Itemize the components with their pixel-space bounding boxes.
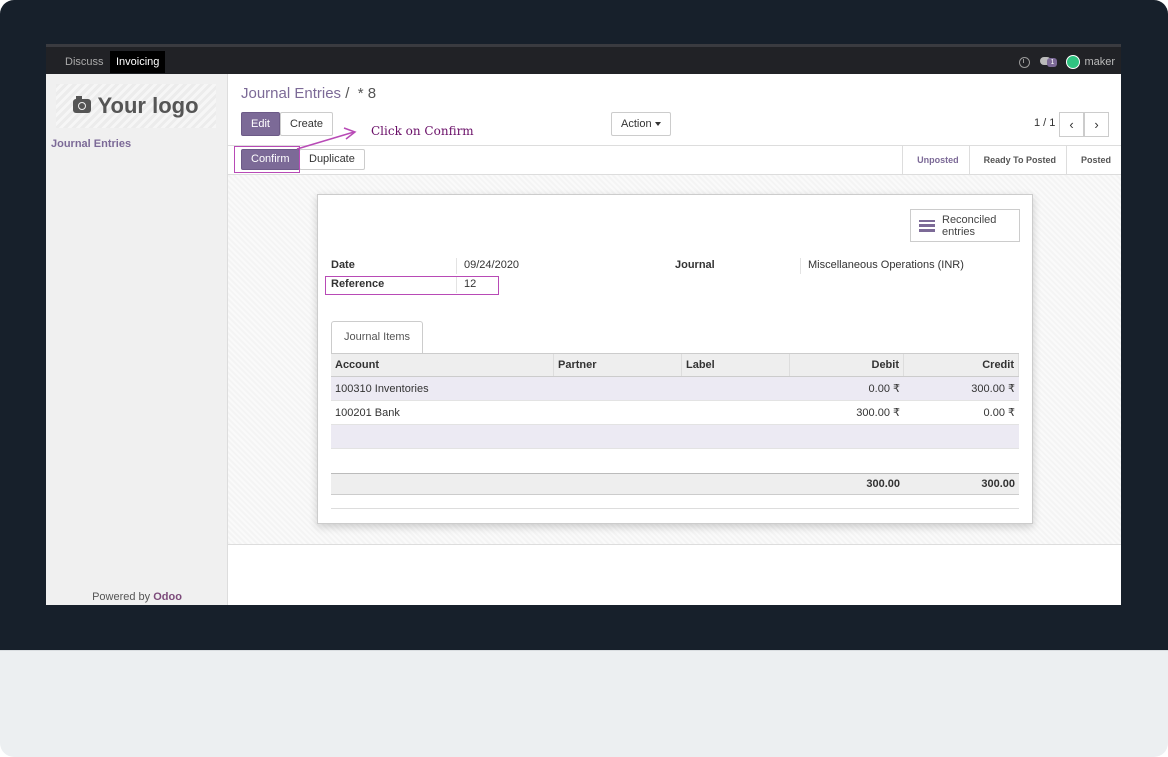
form-sheet: Reconciled entries Date 09/24/2020 Refer… bbox=[317, 194, 1033, 524]
systray: 1 maker bbox=[1019, 51, 1115, 73]
action-label: Action bbox=[621, 118, 652, 130]
odoo-link[interactable]: Odoo bbox=[153, 591, 182, 603]
form-background: Reconciled entries Date 09/24/2020 Refer… bbox=[228, 175, 1121, 545]
cell-label bbox=[682, 401, 790, 424]
cell-partner bbox=[554, 401, 682, 424]
pager-next-button[interactable]: › bbox=[1084, 112, 1109, 137]
caret-down-icon bbox=[654, 122, 661, 127]
top-navbar: Discuss Invoicing 1 maker bbox=[46, 44, 1121, 74]
chat-badge: 1 bbox=[1047, 58, 1058, 67]
camera-icon bbox=[73, 96, 92, 113]
date-label: Date bbox=[331, 259, 355, 271]
cell-debit: 300.00 ₹ bbox=[856, 407, 900, 419]
table-empty-row[interactable] bbox=[331, 425, 1019, 449]
cell-credit: 300.00 ₹ bbox=[971, 383, 1015, 395]
journal-label: Journal bbox=[675, 259, 715, 271]
edit-button[interactable]: Edit bbox=[241, 112, 280, 136]
avatar bbox=[1066, 55, 1081, 69]
company-logo[interactable]: Your logo bbox=[56, 84, 216, 128]
journal-items-table: Account Partner Label Debit Credit 10031… bbox=[331, 353, 1019, 509]
column-credit[interactable]: Credit bbox=[904, 354, 1019, 376]
pager-value[interactable]: 1 / 1 bbox=[1034, 117, 1055, 129]
column-account[interactable]: Account bbox=[331, 354, 554, 376]
reference-highlight-box bbox=[325, 276, 499, 295]
cell-account: 100310 Inventories bbox=[335, 382, 429, 395]
duplicate-button[interactable]: Duplicate bbox=[299, 149, 365, 170]
table-header: Account Partner Label Debit Credit bbox=[331, 353, 1019, 377]
annotation-arrow-icon bbox=[296, 127, 357, 150]
breadcrumb-journal-entries[interactable]: Journal Entries bbox=[241, 85, 341, 102]
breadcrumb-separator: / bbox=[345, 85, 350, 102]
cell-debit: 0.00 ₹ bbox=[868, 383, 900, 395]
stage-ready-to-posted[interactable]: Ready To Posted bbox=[968, 146, 1066, 174]
total-credit: 300.00 bbox=[981, 478, 1015, 490]
powered-by: Powered by Odoo bbox=[46, 591, 228, 603]
logo-text: Your logo bbox=[97, 93, 199, 118]
app-window: Discuss Invoicing 1 maker Your logo Jour… bbox=[46, 44, 1121, 605]
status-stages: Unposted Ready To Posted Posted bbox=[902, 146, 1121, 174]
journal-value: Miscellaneous Operations (INR) bbox=[800, 258, 1020, 274]
tab-journal-items[interactable]: Journal Items bbox=[331, 321, 424, 354]
user-name: maker bbox=[1084, 56, 1115, 68]
column-label[interactable]: Label bbox=[682, 354, 790, 376]
cell-partner bbox=[554, 377, 682, 400]
action-dropdown[interactable]: Action bbox=[611, 112, 671, 136]
total-debit: 300.00 bbox=[866, 478, 900, 490]
column-debit[interactable]: Debit bbox=[790, 354, 904, 376]
app-invoicing[interactable]: Invoicing bbox=[110, 51, 166, 73]
date-value: 09/24/2020 bbox=[456, 258, 656, 274]
cell-credit: 0.00 ₹ bbox=[983, 407, 1015, 419]
table-row[interactable]: 100201 Bank 300.00 ₹ 0.00 ₹ bbox=[331, 401, 1019, 425]
stage-unposted[interactable]: Unposted bbox=[902, 146, 969, 174]
sidebar-item-journal-entries[interactable]: Journal Entries bbox=[51, 138, 131, 150]
app-discuss[interactable]: Discuss bbox=[59, 51, 110, 73]
reconciled-entries-button[interactable]: Reconciled entries bbox=[910, 209, 1020, 242]
reconciled-entries-label: Reconciled entries bbox=[942, 213, 997, 238]
monitor-stand bbox=[0, 650, 1168, 757]
table-row[interactable]: 100310 Inventories 0.00 ₹ 300.00 ₹ bbox=[331, 377, 1019, 401]
table-footer: 300.00 300.00 bbox=[331, 473, 1019, 495]
column-partner[interactable]: Partner bbox=[554, 354, 682, 376]
main-content: Journal Entries / * 8 Edit Create Action… bbox=[228, 74, 1121, 605]
chevron-right-icon: › bbox=[1094, 117, 1099, 132]
cell-label bbox=[682, 377, 790, 400]
pager-previous-button[interactable]: ‹ bbox=[1059, 112, 1084, 137]
breadcrumb: Journal Entries / * 8 bbox=[241, 85, 376, 102]
powered-prefix: Powered by bbox=[92, 591, 151, 603]
confirm-highlight-box bbox=[234, 146, 300, 173]
clock-icon[interactable] bbox=[1019, 56, 1031, 68]
sidebar: Your logo Journal Entries Powered by Odo… bbox=[46, 74, 228, 605]
chat-icon[interactable]: 1 bbox=[1040, 56, 1058, 68]
annotation-text: Click on Confirm bbox=[363, 122, 488, 140]
chevron-left-icon: ‹ bbox=[1069, 117, 1074, 132]
stage-posted[interactable]: Posted bbox=[1065, 146, 1121, 174]
user-menu[interactable]: maker bbox=[1066, 55, 1115, 69]
cell-account: 100201 Bank bbox=[335, 406, 400, 419]
breadcrumb-current: * 8 bbox=[357, 85, 377, 102]
bars-icon bbox=[919, 219, 935, 232]
